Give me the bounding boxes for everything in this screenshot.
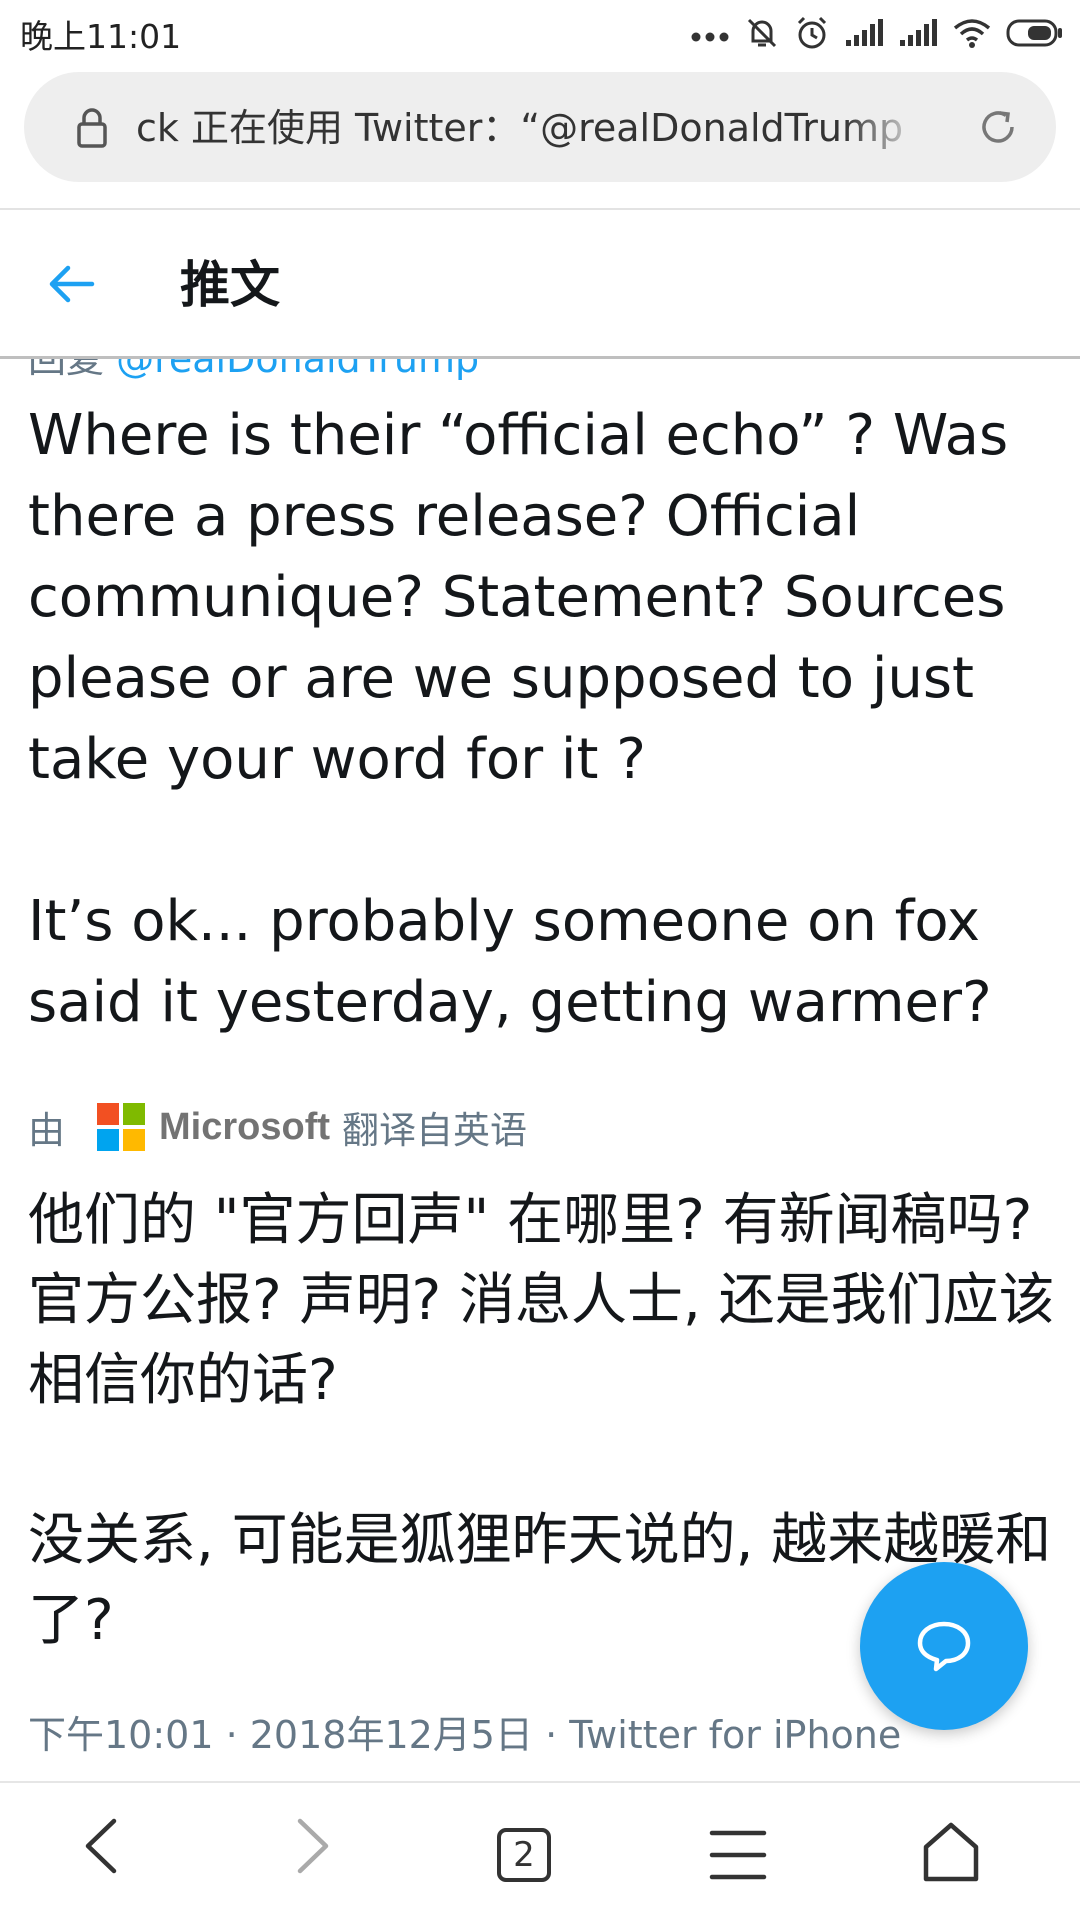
tweet-meta: 下午10:01 · 2018年12月5日 · Twitter for iPhon…	[28, 1713, 902, 1757]
reload-icon[interactable]	[976, 105, 1020, 149]
reply-handle-link[interactable]: @realDonaldTrump	[116, 359, 479, 381]
lock-icon	[77, 108, 107, 148]
mute-icon	[747, 18, 777, 48]
translation-attribution: 由 Microsoft 翻译自英语	[28, 1097, 527, 1157]
tabs-count: 2	[513, 1835, 535, 1875]
reply-fab-button[interactable]	[860, 1562, 1028, 1730]
signal-icon	[900, 19, 937, 46]
tabs-button[interactable]: 2	[496, 1827, 586, 1917]
translation-suffix: 翻译自英语	[342, 1109, 527, 1152]
menu-icon	[709, 1830, 767, 1880]
menu-button[interactable]	[708, 1827, 798, 1917]
nav-forward-icon	[297, 1818, 329, 1874]
translation-provider: Microsoft	[159, 1105, 330, 1148]
signal-icon	[846, 19, 883, 46]
battery-icon	[1006, 19, 1062, 47]
microsoft-logo-icon	[97, 1103, 145, 1151]
browser-bottom-bar: 2	[0, 1781, 1080, 1920]
reply-prefix: 回复	[28, 359, 117, 381]
status-time: 晚上11:01	[20, 17, 182, 56]
url-text[interactable]: ck 正在使用 Twitter：“@realDonaldTrump	[136, 100, 916, 156]
url-bar[interactable]: ck 正在使用 Twitter：“@realDonaldTrump	[24, 72, 1056, 182]
translation-prefix: 由	[28, 1109, 65, 1152]
nav-back-icon	[85, 1818, 117, 1874]
url-fade	[844, 92, 924, 162]
status-bar: 晚上11:01	[0, 0, 1080, 66]
home-icon	[923, 1822, 979, 1882]
page-title: 推文	[180, 256, 280, 314]
tweet-text: Where is their “official echo” ? Was the…	[28, 403, 1009, 1035]
reply-icon	[917, 1621, 971, 1672]
home-button[interactable]	[920, 1821, 1010, 1911]
back-arrow-icon[interactable]	[46, 262, 96, 306]
reply-to: 回复 @realDonaldTrump	[28, 359, 479, 387]
wifi-icon	[953, 19, 991, 48]
nav-forward-button[interactable]	[282, 1811, 372, 1901]
tweet-header: 推文	[0, 210, 1080, 358]
more-dots-icon	[691, 32, 729, 42]
status-icons	[690, 10, 1064, 56]
nav-back-button[interactable]	[72, 1811, 162, 1901]
alarm-icon	[797, 16, 827, 49]
